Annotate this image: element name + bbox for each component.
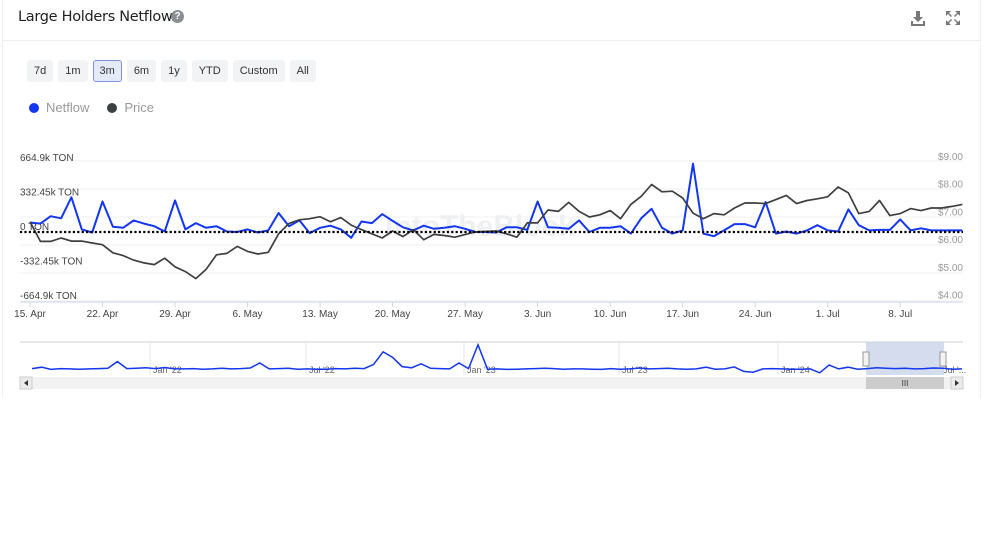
x-tick-label: 22. Apr [87, 309, 119, 320]
y-left-tick-label: 664.9k TON [20, 153, 74, 164]
navigator-tick-label: Jan '22 [153, 365, 182, 375]
y-right-tick-label: $6.00 [938, 235, 963, 246]
navigator-selection [866, 342, 944, 375]
y-right-tick-label: $4.00 [938, 291, 963, 302]
x-tick-label: 10. Jun [594, 309, 627, 320]
x-tick-label: 13. May [302, 309, 338, 320]
navigator-tick-label: Jul '22 [309, 365, 335, 375]
y-right-tick-label: $8.00 [938, 180, 963, 191]
netflow-chart: IntoTheBlock664.9k TON332.45k TON0 TON-3… [14, 152, 966, 390]
navigator-tick-label: Jan '23 [467, 365, 496, 375]
x-tick-label: 24. Jun [739, 309, 772, 320]
x-tick-label: 29. Apr [159, 309, 191, 320]
navigator-tick-label: Jul '23 [622, 365, 648, 375]
x-tick-label: 3. Jun [524, 309, 551, 320]
x-tick-label: 20. May [375, 309, 411, 320]
x-tick-label: 1. Jul [816, 309, 840, 320]
y-left-tick-label: -664.9k TON [20, 291, 77, 302]
x-tick-label: 17. Jun [666, 309, 699, 320]
x-tick-label: 15. Apr [14, 309, 46, 320]
y-left-tick-label: 332.45k TON [20, 188, 79, 199]
navigator-series-line [31, 342, 963, 374]
y-right-tick-label: $9.00 [938, 152, 963, 163]
x-tick-label: 8. Jul [888, 309, 912, 320]
scrollbar-grip-icon: III [902, 379, 909, 388]
navigator-handle[interactable] [862, 351, 870, 367]
x-tick-label: 6. May [233, 309, 263, 320]
scrollbar-track[interactable] [20, 377, 963, 389]
navigator-tick-label: Jan '24 [781, 365, 810, 375]
y-right-tick-label: $5.00 [938, 263, 963, 274]
y-right-tick-label: $7.00 [938, 207, 963, 218]
x-tick-label: 27. May [447, 309, 483, 320]
navigator-handle[interactable] [939, 351, 947, 367]
y-left-tick-label: -332.45k TON [20, 257, 82, 268]
